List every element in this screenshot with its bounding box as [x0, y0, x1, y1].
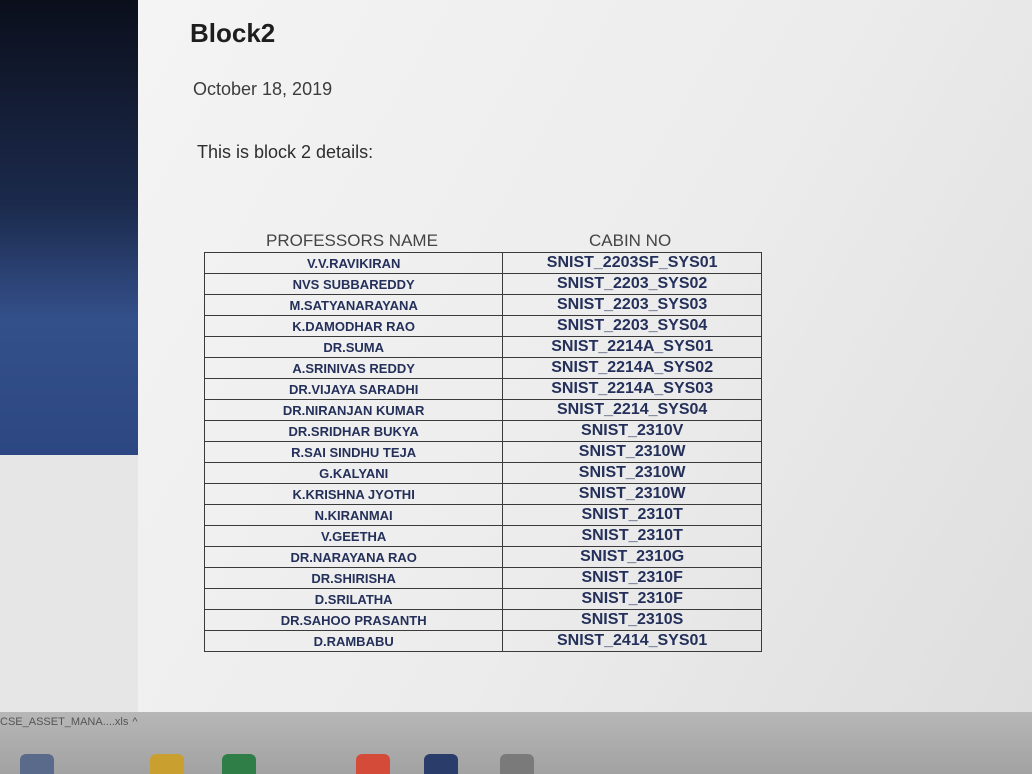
- table-row: K.DAMODHAR RAO SNIST_2203_SYS04: [204, 315, 762, 337]
- table-row: G.KALYANI SNIST_2310W: [204, 462, 762, 484]
- professor-name-cell: G.KALYANI: [204, 462, 504, 484]
- professor-name-cell: V.GEETHA: [204, 525, 504, 547]
- cabin-no-cell: SNIST_2310T: [502, 504, 762, 526]
- start-icon[interactable]: [20, 754, 54, 774]
- professor-name-cell: V.V.RAVIKIRAN: [204, 252, 504, 274]
- professor-name-cell: DR.SAHOO PRASANTH: [204, 609, 504, 631]
- table-row: D.RAMBABU SNIST_2414_SYS01: [204, 630, 762, 652]
- cabin-no-cell: SNIST_2310V: [502, 420, 762, 442]
- professor-name-cell: M.SATYANARAYANA: [204, 294, 504, 316]
- professor-name-cell: NVS SUBBAREDDY: [204, 273, 504, 295]
- post-date: October 18, 2019: [193, 79, 333, 99]
- table-row: DR.VIJAYA SARADHI SNIST_2214A_SYS03: [204, 378, 762, 400]
- taskbar: CSE_ASSET_MANA....xls ^: [0, 712, 1032, 774]
- blog-post-page: Block2 October 18, 2019 This is block 2 …: [138, 0, 1032, 712]
- cabin-no-cell: SNIST_2310G: [502, 546, 762, 568]
- table-row: V.GEETHA SNIST_2310T: [204, 525, 762, 547]
- app-icon-2[interactable]: [500, 754, 534, 774]
- professor-name-cell: K.KRISHNA JYOTHI: [204, 483, 504, 505]
- table-row: DR.SAHOO PRASANTH SNIST_2310S: [204, 609, 762, 631]
- professor-name-cell: DR.VIJAYA SARADHI: [204, 378, 504, 400]
- page-margin: [0, 455, 138, 712]
- table-row: NVS SUBBAREDDY SNIST_2203_SYS02: [204, 273, 762, 295]
- cabin-no-cell: SNIST_2203_SYS02: [502, 273, 762, 295]
- cabin-no-cell: SNIST_2414_SYS01: [502, 630, 762, 652]
- table-row: D.SRILATHA SNIST_2310F: [204, 588, 762, 610]
- cabin-no-cell: SNIST_2203_SYS03: [502, 294, 762, 316]
- cabin-no-cell: SNIST_2310W: [502, 441, 762, 463]
- header-professors-name: PROFESSORS NAME: [266, 231, 438, 250]
- table-row: A.SRINIVAS REDDY SNIST_2214A_SYS02: [204, 357, 762, 379]
- table-row: DR.SHIRISHA SNIST_2310F: [204, 567, 762, 589]
- professor-name-cell: DR.SRIDHAR BUKYA: [204, 420, 504, 442]
- app-icon[interactable]: [424, 754, 458, 774]
- cabin-table: V.V.RAVIKIRAN SNIST_2203SF_SYS01 NVS SUBBA…: [204, 252, 764, 697]
- download-item[interactable]: CSE_ASSET_MANA....xls ^: [0, 716, 150, 728]
- professor-name-cell: DR.NIRANJAN KUMAR: [204, 399, 504, 421]
- professor-name-cell: R.SAI SINDHU TEJA: [204, 441, 504, 463]
- table-row: V.V.RAVIKIRAN SNIST_2203SF_SYS01: [204, 252, 762, 274]
- cabin-no-cell: SNIST_2310F: [502, 567, 762, 589]
- header-cabin-no: CABIN NO: [589, 231, 672, 250]
- table-row: M.SATYANARAYANA SNIST_2203_SYS03: [204, 294, 762, 316]
- cabin-no-cell: SNIST_2214_SYS04: [502, 399, 762, 421]
- table-row: DR.SRIDHAR BUKYA SNIST_2310V: [204, 420, 762, 442]
- professor-name-cell: N.KIRANMAI: [204, 504, 504, 526]
- cabin-table-body: V.V.RAVIKIRAN SNIST_2203SF_SYS01 NVS SUBBA…: [204, 252, 762, 652]
- chevron-up-icon: ^: [132, 716, 138, 728]
- professor-name-cell: D.SRILATHA: [204, 588, 504, 610]
- professor-name-cell: DR.SUMA: [204, 336, 504, 358]
- cabin-no-cell: SNIST_2310F: [502, 588, 762, 610]
- professor-name-cell: K.DAMODHAR RAO: [204, 315, 504, 337]
- cabin-no-cell: SNIST_2214A_SYS02: [502, 357, 762, 379]
- cabin-no-cell: SNIST_2310W: [502, 462, 762, 484]
- table-row: K.KRISHNA JYOTHI SNIST_2310W: [204, 483, 762, 505]
- cabin-no-cell: SNIST_2214A_SYS01: [502, 336, 762, 358]
- table-row: N.KIRANMAI SNIST_2310T: [204, 504, 762, 526]
- post-body-text: This is block 2 details:: [197, 142, 374, 162]
- cabin-no-cell: SNIST_2310W: [502, 483, 762, 505]
- table-row: DR.SUMA SNIST_2214A_SYS01: [204, 336, 762, 358]
- post-title[interactable]: Block2: [190, 18, 275, 49]
- cabin-no-cell: SNIST_2203_SYS04: [502, 315, 762, 337]
- excel-icon[interactable]: [222, 754, 256, 774]
- table-row: R.SAI SINDHU TEJA SNIST_2310W: [204, 441, 762, 463]
- file-explorer-icon[interactable]: [150, 754, 184, 774]
- cabin-no-cell: SNIST_2203SF_SYS01: [502, 252, 762, 274]
- download-file-label: CSE_ASSET_MANA....xls: [0, 716, 129, 728]
- table-row: DR.NIRANJAN KUMAR SNIST_2214_SYS04: [204, 399, 762, 421]
- professor-name-cell: A.SRINIVAS REDDY: [204, 357, 504, 379]
- professor-name-cell: DR.NARAYANA RAO: [204, 546, 504, 568]
- cabin-no-cell: SNIST_2214A_SYS03: [502, 378, 762, 400]
- professor-name-cell: D.RAMBABU: [204, 630, 504, 652]
- table-row: DR.NARAYANA RAO SNIST_2310G: [204, 546, 762, 568]
- professor-name-cell: DR.SHIRISHA: [204, 567, 504, 589]
- cabin-no-cell: SNIST_2310T: [502, 525, 762, 547]
- chrome-icon[interactable]: [356, 754, 390, 774]
- cabin-no-cell: SNIST_2310S: [502, 609, 762, 631]
